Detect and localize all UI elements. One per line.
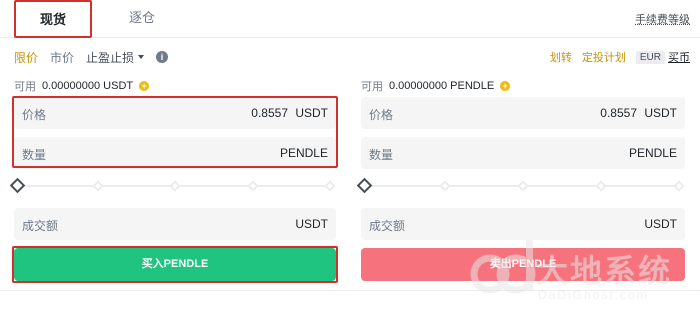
order-type-bar: 限价 市价 止盈止损 i [14,48,169,66]
sell-amount-unit: PENDLE [628,146,677,160]
buy-total-unit: USDT [295,217,328,231]
sell-available: 可用 0.00000000 PENDLE + [361,78,511,94]
trade-tabs: 现货 逐仓 手续费等级 [0,0,700,38]
tab-spot[interactable]: 现货 [14,0,92,38]
slider-handle[interactable] [356,177,373,194]
divider [0,290,700,291]
sell-price-unit: USDT [644,106,677,120]
sell-total-field[interactable]: 成交额 USDT [361,208,685,240]
buy-price-field[interactable]: 价格 0.8557 USDT [14,97,336,129]
buy-amount-field[interactable]: 数量 PENDLE [14,137,336,169]
slider-mark-50[interactable] [517,180,529,192]
sell-price-value: 0.8557 [600,106,637,120]
sell-total-unit: USDT [644,217,677,231]
plus-icon[interactable]: + [500,81,511,91]
order-type-stop-limit[interactable]: 止盈止损 [86,49,145,66]
fee-level-link[interactable]: 手续费等级 [635,11,690,27]
sell-available-value: 0.00000000 PENDLE [389,80,495,92]
buy-total-label: 成交额 [22,219,59,233]
sell-price-label: 价格 [369,108,394,122]
plus-icon[interactable]: + [139,81,150,91]
sell-total-label: 成交额 [369,219,406,233]
auto-invest-link[interactable]: 定投计划 [582,49,626,65]
sell-amount-field[interactable]: 数量 PENDLE [361,137,685,169]
buy-amount-label: 数量 [22,148,47,162]
buy-price-value: 0.8557 [251,106,288,120]
slider-handle[interactable] [9,177,26,194]
order-type-limit[interactable]: 限价 [14,49,38,66]
info-icon[interactable]: i [156,51,169,63]
sell-button[interactable]: 卖出PENDLE [361,248,685,281]
transfer-link[interactable]: 划转 [550,49,572,65]
buy-total-field[interactable]: 成交额 USDT [14,208,336,240]
sell-amount-label: 数量 [369,148,394,162]
slider-mark-100[interactable] [324,180,336,192]
chevron-down-icon [138,55,145,59]
order-type-market[interactable]: 市价 [50,49,74,66]
slider-mark-75[interactable] [247,180,259,192]
buy-amount-unit: PENDLE [279,146,328,160]
order-type-stop-label: 止盈止损 [86,50,135,65]
buy-percent-slider[interactable] [9,177,336,194]
buy-coin-label: 买币 [668,52,690,64]
sell-price-field[interactable]: 价格 0.8557 USDT [361,97,685,129]
buy-available-label: 可用 [14,81,36,93]
slider-mark-50[interactable] [169,180,181,192]
slider-mark-25[interactable] [92,180,104,192]
currency-badge: EUR [635,50,665,64]
buy-available-value: 0.00000000 USDT [42,80,134,92]
buy-available: 可用 0.00000000 USDT + [14,78,150,94]
sell-percent-slider[interactable] [356,177,685,194]
slider-mark-100[interactable] [673,180,685,192]
buy-price-label: 价格 [22,108,47,122]
tab-isolated-margin[interactable]: 逐仓 [112,0,172,38]
buy-crypto-link[interactable]: EUR 买币 [635,49,690,65]
right-links: 划转 定投计划 EUR 买币 [550,48,690,66]
buy-button[interactable]: 买入PENDLE [14,248,336,281]
buy-price-unit: USDT [295,106,328,120]
slider-mark-25[interactable] [439,180,451,192]
slider-mark-75[interactable] [595,180,607,192]
sell-available-label: 可用 [361,81,383,93]
